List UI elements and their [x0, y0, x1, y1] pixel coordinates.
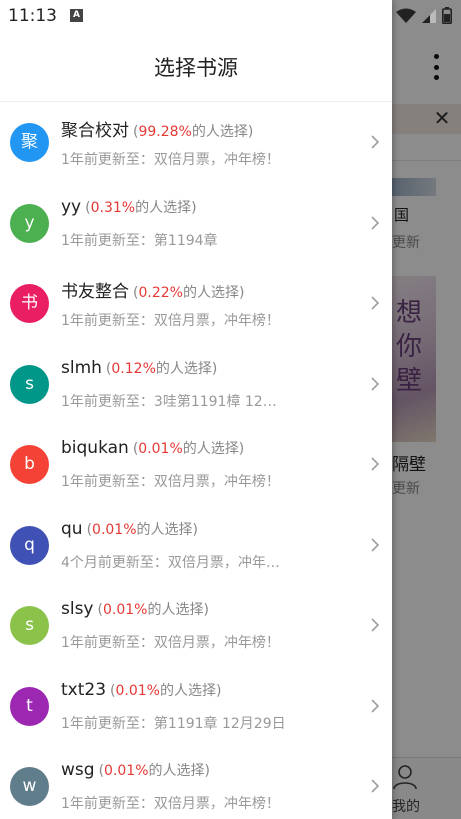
source-list-item[interactable]: q qu (0.01%的人选择) 4个月前更新至：双倍月票，冲年榜！: [0, 505, 392, 586]
battery-icon: [442, 7, 452, 24]
source-name-line: txt23 (0.01%的人选择): [61, 680, 221, 700]
source-avatar: y: [10, 203, 49, 243]
chevron-right-icon: [371, 618, 380, 632]
source-avatar: s: [10, 364, 49, 404]
status-time: 11:13: [8, 6, 57, 26]
source-share: (99.28%的人选择): [133, 124, 254, 140]
source-percent: 0.01%: [138, 441, 183, 457]
source-avatar: w: [10, 767, 49, 806]
source-percent: 99.28%: [138, 124, 192, 140]
chevron-right-icon: [371, 135, 380, 149]
source-avatar: t: [10, 686, 49, 726]
chevron-right-icon: [371, 296, 380, 310]
chevron-right-icon: [371, 376, 380, 391]
wifi-icon: [396, 8, 416, 23]
source-name-line: 书友整合 (0.22%的人选择): [61, 277, 244, 302]
source-percent: 0.01%: [102, 602, 148, 618]
chevron-right-icon: [371, 698, 380, 713]
source-percent: 0.01%: [115, 682, 160, 699]
source-avatar: q: [10, 525, 49, 565]
chevron-right-icon: [371, 537, 380, 552]
source-name: biqukan: [61, 438, 129, 458]
source-share: (0.22%的人选择): [133, 285, 245, 301]
source-name-line: 聚合校对 (99.28%的人选择): [61, 116, 253, 141]
source-avatar: 书: [10, 284, 49, 323]
source-list-item[interactable]: w wsg (0.01%的人选择) 1年前更新至：双倍月票，冲年榜！: [0, 746, 392, 819]
source-list-item[interactable]: s slmh (0.12%的人选择) 1年前更新至：3哇第1191樟 12月29日: [0, 344, 392, 425]
signal-icon: [422, 8, 436, 23]
source-list: 聚 聚合校对 (99.28%的人选择) 1年前更新至：双倍月票，冲年榜！ y yy…: [0, 102, 392, 819]
source-name: slsy: [61, 599, 94, 619]
chevron-right-icon: [371, 215, 380, 230]
source-name-line: qu (0.01%的人选择): [61, 519, 198, 539]
source-name: 书友整合: [61, 282, 129, 302]
source-share: (0.01%的人选择): [132, 441, 245, 457]
source-latest-chapter: 1年前更新至：双倍月票，冲年榜！: [61, 474, 280, 490]
source-list-item[interactable]: 书 书友整合 (0.22%的人选择) 1年前更新至：双倍月票，冲年榜！: [0, 263, 392, 344]
source-avatar: s: [10, 606, 49, 645]
source-latest-chapter: 1年前更新至：双倍月票，冲年榜！: [61, 635, 280, 651]
drawer-title: 选择书源: [154, 56, 238, 80]
source-share: (0.12%的人选择): [105, 360, 218, 377]
source-list-item[interactable]: s slsy (0.01%的人选择) 1年前更新至：双倍月票，冲年榜！: [0, 585, 392, 666]
source-share: (0.31%的人选择): [85, 199, 197, 216]
source-percent: 0.01%: [104, 763, 149, 779]
source-latest-chapter: 1年前更新至：双倍月票，冲年榜！: [61, 313, 280, 329]
source-latest-chapter: 1年前更新至：第1191章 12月29日: [61, 715, 286, 732]
status-bar: 11:13 A: [0, 0, 461, 32]
source-name: txt23: [61, 679, 107, 700]
source-share: (0.01%的人选择): [110, 682, 222, 699]
source-name: qu: [61, 518, 83, 539]
source-latest-chapter: 1年前更新至：双倍月票，冲年榜！: [61, 796, 280, 812]
notification-icon: A: [70, 9, 83, 22]
chevron-right-icon: [371, 457, 380, 471]
source-share: (0.01%的人选择): [98, 763, 210, 779]
source-name-line: yy (0.31%的人选择): [61, 197, 197, 217]
source-name: yy: [61, 196, 82, 217]
source-list-item[interactable]: y yy (0.31%的人选择) 1年前更新至：第1194章: [0, 183, 392, 264]
status-icons: [396, 7, 452, 24]
source-select-drawer: 选择书源 聚 聚合校对 (99.28%的人选择) 1年前更新至：双倍月票，冲年榜！…: [0, 0, 392, 819]
source-percent: 0.12%: [111, 360, 156, 377]
source-percent: 0.22%: [138, 285, 183, 301]
source-name-line: slmh (0.12%的人选择): [61, 358, 217, 378]
source-avatar: 聚: [10, 123, 49, 162]
source-list-item[interactable]: 聚 聚合校对 (99.28%的人选择) 1年前更新至：双倍月票，冲年榜！: [0, 102, 392, 183]
source-name: slmh: [61, 357, 102, 378]
source-name: 聚合校对: [61, 121, 129, 141]
source-name-line: biqukan (0.01%的人选择): [61, 438, 244, 458]
source-name-line: slsy (0.01%的人选择): [61, 599, 209, 619]
source-latest-chapter: 1年前更新至：3哇第1191樟 12月29日: [61, 393, 286, 410]
source-latest-chapter: 4个月前更新至：双倍月票，冲年榜！: [61, 554, 286, 571]
source-latest-chapter: 1年前更新至：第1194章: [61, 232, 218, 249]
source-list-item[interactable]: t txt23 (0.01%的人选择) 1年前更新至：第1191章 12月29日: [0, 666, 392, 747]
chevron-right-icon: [371, 779, 380, 793]
source-share: (0.01%的人选择): [97, 602, 209, 618]
source-avatar: b: [10, 445, 49, 484]
source-percent: 0.31%: [90, 199, 136, 216]
source-percent: 0.01%: [92, 521, 137, 538]
source-share: (0.01%的人选择): [86, 521, 198, 538]
source-name: wsg: [61, 760, 95, 780]
source-list-item[interactable]: b biqukan (0.01%的人选择) 1年前更新至：双倍月票，冲年榜！: [0, 424, 392, 505]
source-name-line: wsg (0.01%的人选择): [61, 760, 210, 780]
source-latest-chapter: 1年前更新至：双倍月票，冲年榜！: [61, 152, 280, 168]
